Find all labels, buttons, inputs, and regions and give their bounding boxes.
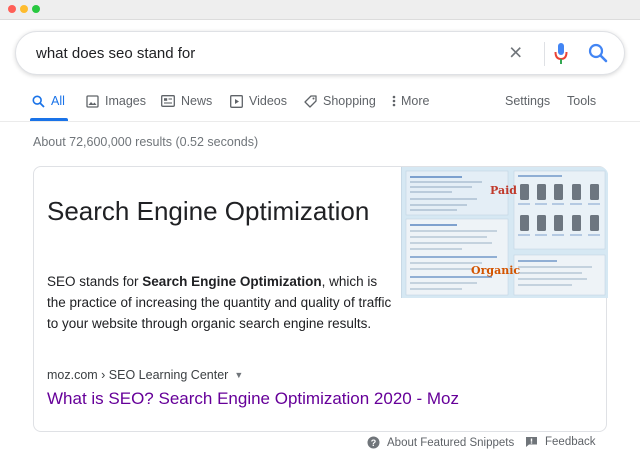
result-title-link[interactable]: What is SEO? Search Engine Optimization …	[47, 389, 459, 409]
tag-icon	[304, 94, 317, 108]
results-stats: About 72,600,000 results (0.52 seconds)	[33, 135, 259, 149]
snippet-text-bold: Search Engine Optimization	[142, 274, 322, 289]
breadcrumb-text: moz.com › SEO Learning Center	[47, 368, 229, 382]
tab-videos[interactable]: Videos	[230, 94, 287, 108]
snippet-text-start: SEO stands for	[47, 274, 143, 289]
result-breadcrumb[interactable]: moz.com › SEO Learning Center ▼	[47, 368, 243, 382]
search-icon[interactable]	[587, 42, 609, 69]
tab-all[interactable]: All	[32, 94, 65, 108]
close-window-button[interactable]	[8, 5, 16, 13]
snippet-text: SEO stands for Search Engine Optimizatio…	[47, 271, 397, 334]
tab-label: Settings	[505, 94, 551, 108]
feedback-link[interactable]: Feedback	[525, 436, 596, 448]
tab-label: Shopping	[323, 94, 376, 108]
tab-more[interactable]: More	[392, 94, 429, 108]
tab-shopping[interactable]: Shopping	[304, 94, 376, 108]
search-tabs: All Images News Videos Shopping More Set…	[0, 88, 640, 122]
search-input[interactable]: what does seo stand for	[36, 45, 195, 62]
tab-settings[interactable]: Settings	[505, 94, 550, 108]
search-icon	[32, 94, 45, 108]
tab-images[interactable]: Images	[86, 94, 146, 108]
maximize-window-button[interactable]	[32, 5, 40, 13]
image-icon	[86, 94, 99, 108]
tab-label: Tools	[567, 94, 597, 108]
window-titlebar	[0, 0, 640, 20]
paid-label: Paid	[490, 184, 517, 197]
about-label: About Featured Snippets	[387, 436, 515, 449]
tab-label: Images	[105, 94, 146, 108]
snippet-answer: Search Engine Optimization	[47, 196, 370, 226]
featured-snippet: Search Engine Optimization SEO stands fo…	[33, 166, 608, 432]
tab-label: All	[51, 94, 65, 108]
feedback-label: Feedback	[545, 436, 596, 448]
video-icon	[230, 94, 243, 108]
about-featured-snippets-link[interactable]: ? About Featured Snippets	[367, 436, 514, 449]
feedback-icon	[525, 436, 538, 448]
search-box[interactable]: what does seo stand for ×	[15, 31, 625, 75]
organic-label: Organic	[471, 264, 521, 277]
tab-label: News	[181, 94, 213, 108]
chevron-down-icon[interactable]: ▼	[234, 370, 243, 380]
clear-icon[interactable]: ×	[509, 40, 522, 64]
tab-tools[interactable]: Tools	[567, 94, 596, 108]
minimize-window-button[interactable]	[20, 5, 28, 13]
tab-news[interactable]: News	[161, 94, 212, 108]
tab-label: More	[401, 94, 430, 108]
snippet-thumbnail[interactable]: Paid Organic	[401, 167, 608, 298]
news-icon	[161, 95, 175, 107]
search-box-divider	[544, 42, 545, 66]
tab-label: Videos	[249, 94, 287, 108]
help-icon: ?	[367, 436, 380, 449]
more-vert-icon	[392, 95, 396, 107]
svg-text:?: ?	[371, 438, 377, 448]
microphone-icon[interactable]	[554, 42, 568, 71]
active-tab-indicator	[30, 118, 68, 121]
